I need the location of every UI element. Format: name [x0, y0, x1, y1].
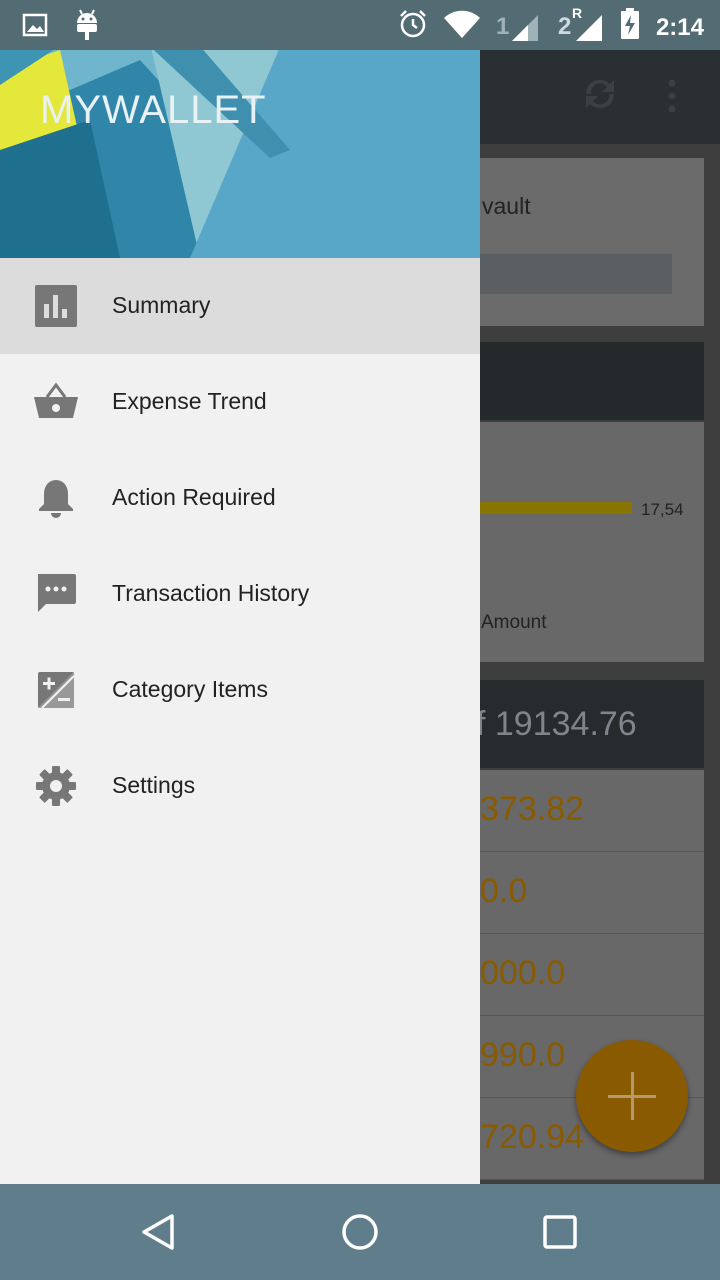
- image-icon: [22, 12, 48, 43]
- row-amount: 720.94: [480, 1118, 584, 1156]
- home-icon[interactable]: [336, 1208, 384, 1256]
- status-bar: 1 2 R 2:14: [0, 0, 720, 50]
- vault-label: vault: [482, 193, 531, 219]
- list-item[interactable]: 0.0: [480, 852, 704, 934]
- section-header: [480, 342, 704, 420]
- battery-charging-icon: [620, 8, 640, 47]
- bell-icon: [34, 476, 78, 520]
- vault-card: [480, 158, 704, 326]
- navigation-drawer: MYWALLET Summary Expense Trend Action Re…: [0, 0, 480, 1184]
- recents-icon[interactable]: [536, 1208, 584, 1256]
- back-icon[interactable]: [136, 1208, 184, 1256]
- system-nav-bar: [0, 1184, 720, 1280]
- app-title: MYWALLET: [40, 88, 267, 132]
- drawer-item-label: Transaction History: [112, 580, 310, 606]
- row-amount: 990.0: [480, 1036, 566, 1074]
- drawer-item-label: Expense Trend: [112, 388, 267, 414]
- drawer-item-expense-trend[interactable]: Expense Trend: [0, 354, 480, 450]
- drawer-item-action-required[interactable]: Action Required: [0, 450, 480, 546]
- bar-chart-icon: [34, 284, 78, 328]
- amount-axis-label: Amount: [481, 612, 547, 633]
- drawer-item-transaction-history[interactable]: Transaction History: [0, 546, 480, 642]
- drawer-menu: Summary Expense Trend Action Required Tr…: [0, 258, 480, 834]
- list-item[interactable]: 000.0: [480, 934, 704, 1016]
- wifi-icon: [443, 10, 480, 45]
- add-fab-button[interactable]: [576, 1040, 688, 1152]
- app-toolbar: [480, 50, 720, 144]
- bar-value-label: 17,54: [641, 500, 684, 519]
- sync-icon[interactable]: [576, 70, 624, 123]
- android-icon: [74, 9, 100, 46]
- drawer-item-label: Summary: [112, 292, 211, 318]
- signal-2-label: 2: [557, 12, 572, 40]
- drawer-item-label: Settings: [112, 772, 196, 798]
- list-item[interactable]: 373.82: [480, 770, 704, 852]
- signal-1-label: 1: [495, 12, 510, 40]
- signal-2-indicator: 2 R: [557, 5, 604, 45]
- signal-icon: [575, 14, 602, 41]
- message-icon: [34, 572, 78, 616]
- basket-icon: [34, 380, 78, 424]
- row-amount: 000.0: [480, 954, 566, 992]
- drawer-item-label: Category Items: [112, 676, 268, 702]
- vault-bar: [480, 254, 672, 294]
- drawer-item-category-items[interactable]: Category Items: [0, 642, 480, 738]
- gear-icon: [34, 764, 78, 808]
- more-vert-icon[interactable]: [664, 78, 680, 119]
- signal-1-indicator: 1: [496, 11, 542, 45]
- drawer-item-summary[interactable]: Summary: [0, 258, 480, 354]
- status-time: 2:14: [655, 13, 704, 41]
- plus-minus-icon: [34, 668, 78, 712]
- total-value: f 19134.76: [476, 705, 637, 743]
- alarm-icon: [398, 9, 428, 46]
- row-amount: 373.82: [480, 790, 584, 828]
- row-amount: 0.0: [480, 872, 528, 910]
- drawer-item-label: Action Required: [112, 484, 276, 510]
- amount-bar: [480, 502, 632, 514]
- drawer-item-settings[interactable]: Settings: [0, 738, 480, 834]
- signal-icon: [511, 14, 538, 41]
